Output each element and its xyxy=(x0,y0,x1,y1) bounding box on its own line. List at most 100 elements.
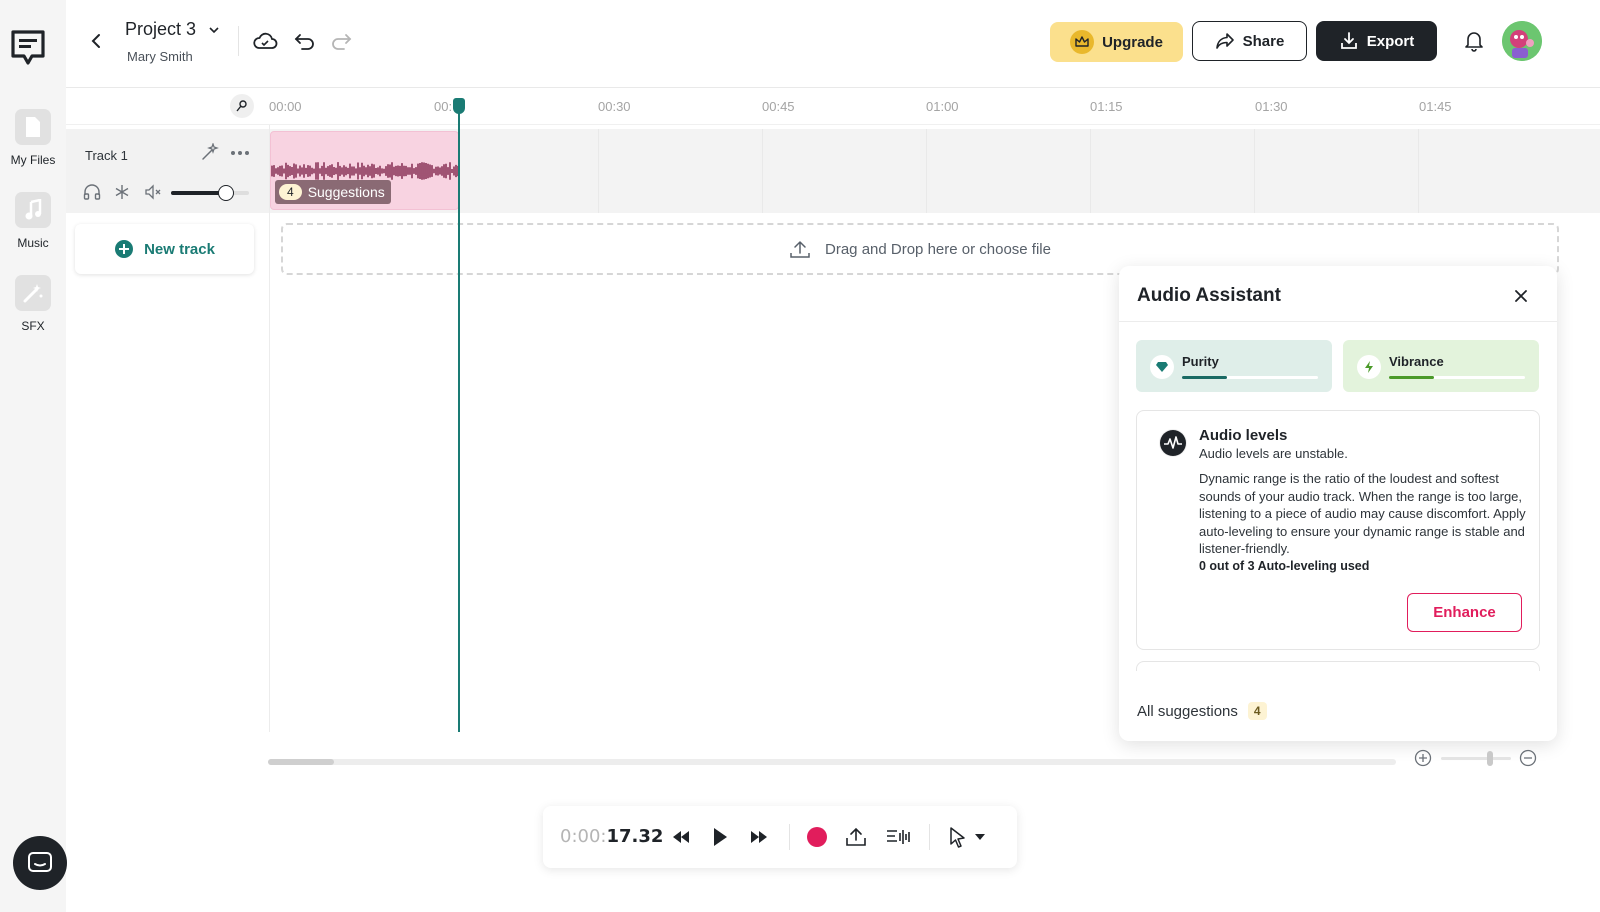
share-button[interactable]: Share xyxy=(1192,21,1307,61)
cloud-icon xyxy=(253,32,278,49)
cursor-icon xyxy=(950,827,965,848)
track-more-button[interactable] xyxy=(231,149,253,157)
headphones-icon xyxy=(83,184,101,200)
transport-divider xyxy=(789,824,790,850)
rewind-button[interactable] xyxy=(668,825,694,849)
file-icon xyxy=(15,109,51,145)
suggestions-count: 4 xyxy=(279,184,302,200)
speaker-muted-icon xyxy=(145,184,161,200)
rewind-icon xyxy=(673,831,689,843)
timecode-prefix: 0:00: xyxy=(560,826,607,847)
user-avatar[interactable] xyxy=(1502,21,1542,61)
track-header: Track 1 xyxy=(66,129,270,213)
sidebar-item-sfx[interactable]: SFX xyxy=(0,275,66,333)
volume-knob[interactable] xyxy=(217,185,234,201)
card-subtitle: Audio levels are unstable. xyxy=(1199,446,1348,461)
tick-label: 01:00 xyxy=(926,99,959,114)
cursor-tool-dropdown[interactable] xyxy=(943,825,991,849)
audio-levels-icon xyxy=(887,830,910,844)
tick-label: 01:30 xyxy=(1255,99,1288,114)
volume-slider[interactable] xyxy=(171,185,249,201)
cloud-save-button[interactable] xyxy=(252,28,278,54)
all-suggestions-link[interactable]: All suggestions 4 xyxy=(1137,702,1267,720)
project-name-dropdown[interactable]: Project 3 xyxy=(125,19,220,40)
close-assistant-button[interactable] xyxy=(1511,286,1531,306)
all-suggestions-count: 4 xyxy=(1247,702,1267,720)
audio-clip[interactable]: 4 Suggestions xyxy=(270,131,459,210)
undo-button[interactable] xyxy=(292,28,318,54)
avatar-illustration xyxy=(1502,21,1542,61)
mute-button[interactable] xyxy=(144,184,164,202)
timecode-seconds: 17.32 xyxy=(606,826,664,847)
chevron-down-icon xyxy=(209,26,219,33)
snap-marker-button[interactable] xyxy=(230,94,254,118)
magic-wand-icon xyxy=(15,275,51,311)
pin-icon xyxy=(236,100,247,112)
chat-support-button[interactable] xyxy=(13,836,67,890)
sidebar-item-label: SFX xyxy=(21,319,45,333)
pulse-icon xyxy=(1159,429,1187,457)
scrollbar-thumb[interactable] xyxy=(268,759,334,765)
metric-label: Vibrance xyxy=(1389,354,1444,369)
fast-forward-button[interactable] xyxy=(746,825,772,849)
sidebar-item-music[interactable]: Music xyxy=(0,192,66,250)
dropzone-label: Drag and Drop here or choose file xyxy=(825,240,1051,258)
zoom-out-button[interactable] xyxy=(1519,748,1537,768)
zoom-slider-knob[interactable] xyxy=(1487,751,1493,766)
timeline-scrollbar[interactable] xyxy=(268,759,1396,765)
timeline-ruler[interactable]: 00:00 00: 00:30 00:45 01:00 01:15 01:30 … xyxy=(66,89,1600,125)
track-name: Track 1 xyxy=(85,148,128,163)
assistant-title: Audio Assistant xyxy=(1137,285,1281,306)
zoom-in-button[interactable] xyxy=(1414,748,1432,768)
timecode-display: 0:00:17.32 xyxy=(560,826,663,847)
clip-suggestions-badge[interactable]: 4 Suggestions xyxy=(275,180,391,204)
voice-settings-button[interactable] xyxy=(885,825,911,849)
grid-line xyxy=(1418,129,1419,213)
metric-purity[interactable]: Purity xyxy=(1136,340,1332,392)
grid-line xyxy=(598,129,599,213)
tick-label: 00: xyxy=(434,99,453,114)
enhance-button[interactable]: Enhance xyxy=(1407,593,1522,632)
grid-line xyxy=(926,129,927,213)
sidebar-item-my-files[interactable]: My Files xyxy=(0,109,66,167)
chevron-left-icon xyxy=(91,34,100,48)
grid-line xyxy=(1090,129,1091,213)
back-button[interactable] xyxy=(83,28,109,54)
solo-button[interactable] xyxy=(83,184,101,202)
redo-button[interactable] xyxy=(328,28,354,54)
tick-label: 00:00 xyxy=(269,99,302,114)
assistant-header: Audio Assistant xyxy=(1119,266,1557,322)
app-logo[interactable] xyxy=(10,29,46,65)
play-button[interactable] xyxy=(707,825,733,849)
metric-progress-track xyxy=(1389,376,1525,379)
record-button[interactable] xyxy=(804,825,830,849)
new-track-button[interactable]: New track xyxy=(75,224,254,274)
metric-vibrance[interactable]: Vibrance xyxy=(1343,340,1539,392)
transport-bar: 0:00:17.32 xyxy=(543,806,1017,868)
header-divider xyxy=(238,26,239,56)
plus-circle-icon xyxy=(115,240,134,258)
track-lane[interactable] xyxy=(270,129,1600,213)
upload-icon xyxy=(790,240,810,258)
track-effects-button[interactable] xyxy=(201,142,221,161)
undo-icon xyxy=(294,34,314,50)
redo-icon xyxy=(332,34,352,50)
sidebar-item-label: Music xyxy=(17,236,49,250)
project-name: Project 3 xyxy=(125,19,197,39)
zoom-slider[interactable] xyxy=(1441,751,1511,766)
export-button[interactable]: Export xyxy=(1316,21,1437,61)
export-label: Export xyxy=(1366,32,1415,50)
download-icon xyxy=(1340,32,1357,49)
playhead-handle[interactable] xyxy=(453,98,465,114)
metric-progress-fill xyxy=(1182,376,1227,379)
track-header-divider xyxy=(269,125,270,732)
upload-icon xyxy=(846,827,866,846)
transport-divider xyxy=(929,824,930,850)
tick-label: 01:45 xyxy=(1419,99,1452,114)
upgrade-button[interactable]: Upgrade xyxy=(1050,22,1183,62)
share-icon xyxy=(1215,33,1234,49)
freeze-button[interactable] xyxy=(114,184,132,202)
notifications-button[interactable] xyxy=(1461,28,1487,54)
upload-audio-button[interactable] xyxy=(843,825,869,849)
playhead-line xyxy=(458,112,460,732)
